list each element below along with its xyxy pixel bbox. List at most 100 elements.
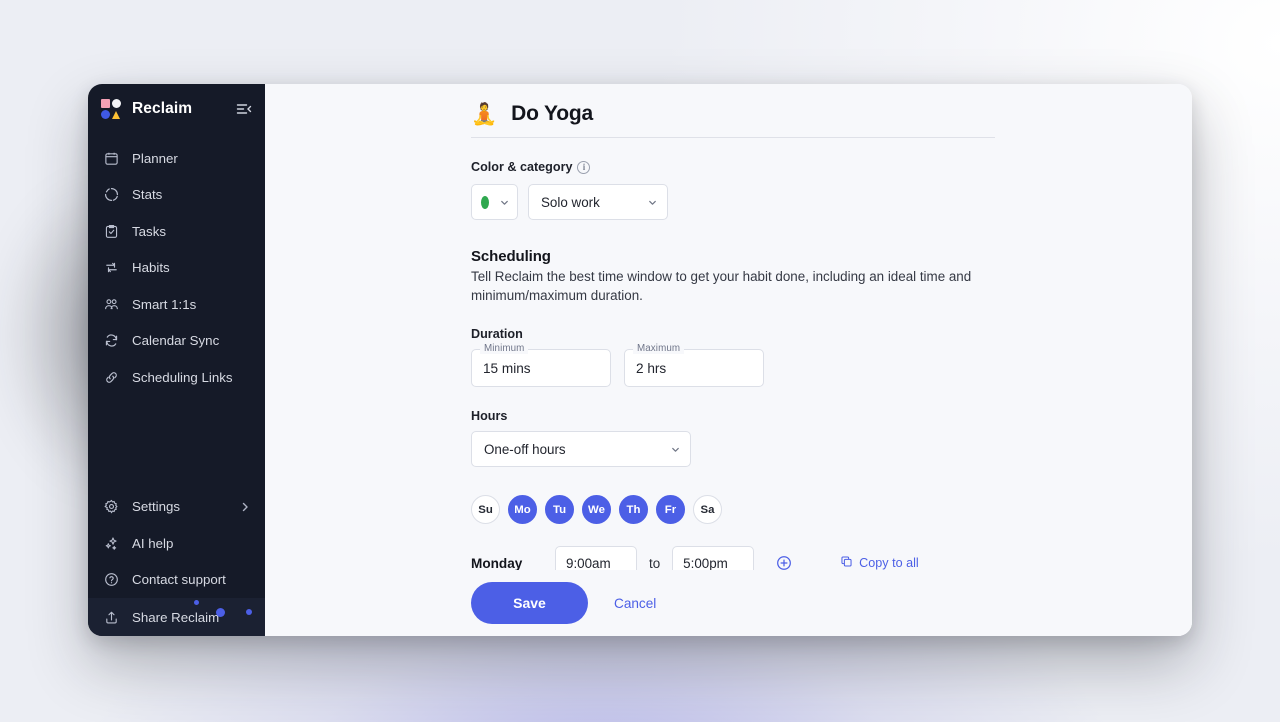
day-toggle-th[interactable]: Th <box>619 495 648 525</box>
maximum-legend: Maximum <box>633 343 685 355</box>
sidebar-item-label: Planner <box>132 150 178 166</box>
day-toggle-su[interactable]: Su <box>471 495 500 525</box>
day-label: We <box>588 503 605 516</box>
sidebar: Reclaim Planner Stats Tasks Habits Smart… <box>88 84 265 636</box>
day-label: Sa <box>700 503 715 516</box>
chevron-down-icon <box>489 197 510 208</box>
brand-name: Reclaim <box>132 100 193 117</box>
share-upload-icon <box>102 608 120 626</box>
sidebar-item-label: Tasks <box>132 223 166 239</box>
maximum-duration-input[interactable] <box>624 349 764 388</box>
to-label: to <box>649 555 661 571</box>
day-label: Th <box>626 503 641 516</box>
calendar-icon <box>102 149 120 167</box>
day-label: Fr <box>664 503 677 516</box>
chevron-down-icon <box>660 444 681 455</box>
sidebar-bottom-nav: Settings AI help Contact support Share R… <box>88 489 265 636</box>
day-selector: Su Mo Tu We Th Fr Sa <box>471 495 995 525</box>
hours-value: One-off hours <box>484 441 566 457</box>
sidebar-item-calendar-sync[interactable]: Calendar Sync <box>88 323 265 360</box>
notification-dot <box>194 600 199 605</box>
chevron-down-icon <box>637 197 658 208</box>
sidebar-item-settings[interactable]: Settings <box>88 489 265 526</box>
sidebar-item-share-reclaim[interactable]: Share Reclaim <box>88 598 265 636</box>
sidebar-item-label: Scheduling Links <box>132 369 233 385</box>
day-toggle-tu[interactable]: Tu <box>545 495 574 525</box>
form-footer: Save Cancel <box>265 570 1192 636</box>
day-label: Mo <box>514 503 531 516</box>
copy-icon <box>840 555 853 571</box>
notification-dot <box>216 608 225 617</box>
category-select[interactable]: Solo work <box>528 184 668 220</box>
maximum-duration-wrap: Maximum <box>624 343 764 388</box>
scheduling-heading: Scheduling <box>471 248 551 265</box>
scheduling-section: Scheduling Tell Reclaim the best time wi… <box>471 248 995 305</box>
sidebar-collapse-icon[interactable] <box>235 100 253 118</box>
clipboard-check-icon <box>102 222 120 240</box>
day-toggle-sa[interactable]: Sa <box>693 495 722 525</box>
sidebar-item-label: Habits <box>132 260 170 276</box>
duration-label-text: Duration <box>471 327 523 342</box>
time-row-day-name: Monday <box>471 555 523 571</box>
notification-dot <box>246 609 252 615</box>
sidebar-nav: Planner Stats Tasks Habits Smart 1:1s Ca… <box>88 140 265 396</box>
repeat-icon <box>102 259 120 277</box>
sidebar-item-planner[interactable]: Planner <box>88 140 265 177</box>
sync-icon <box>102 332 120 350</box>
sidebar-item-habits[interactable]: Habits <box>88 250 265 287</box>
stats-circle-icon <box>102 186 120 204</box>
sidebar-item-tasks[interactable]: Tasks <box>88 213 265 250</box>
category-value: Solo work <box>541 194 600 210</box>
brand-header: Reclaim <box>88 86 265 132</box>
sidebar-item-label: Share Reclaim <box>132 609 220 625</box>
reclaim-logo-icon <box>101 99 122 119</box>
sidebar-item-scheduling-links[interactable]: Scheduling Links <box>88 359 265 396</box>
link-icon <box>102 368 120 386</box>
color-category-label: Color & category i <box>471 160 995 174</box>
question-circle-icon <box>102 571 120 589</box>
sparkles-icon <box>102 534 120 552</box>
save-button[interactable]: Save <box>471 582 588 624</box>
sidebar-item-contact-support[interactable]: Contact support <box>88 562 265 599</box>
color-swatch-select[interactable] <box>471 184 518 220</box>
color-swatch <box>481 195 489 209</box>
copy-to-all-label: Copy to all <box>859 556 919 571</box>
yoga-emoji-icon[interactable]: 🧘 <box>471 104 497 125</box>
day-toggle-we[interactable]: We <box>582 495 611 525</box>
day-toggle-fr[interactable]: Fr <box>656 495 685 525</box>
cancel-button[interactable]: Cancel <box>614 596 656 611</box>
add-time-window-icon[interactable] <box>776 555 792 571</box>
app-window: Reclaim Planner Stats Tasks Habits Smart… <box>88 84 1192 636</box>
hours-label-text: Hours <box>471 409 508 424</box>
sidebar-item-label: AI help <box>132 535 174 551</box>
chevron-right-icon <box>239 501 251 513</box>
minimum-duration-wrap: Minimum <box>471 343 611 388</box>
color-category-label-text: Color & category <box>471 160 573 174</box>
sidebar-item-label: Calendar Sync <box>132 333 220 349</box>
day-toggle-mo[interactable]: Mo <box>508 495 537 525</box>
sidebar-item-stats[interactable]: Stats <box>88 177 265 214</box>
people-icon <box>102 295 120 313</box>
color-category-controls: Solo work <box>471 184 995 220</box>
day-label: Tu <box>552 503 567 516</box>
sidebar-item-label: Smart 1:1s <box>132 296 197 312</box>
sidebar-item-label: Contact support <box>132 572 226 588</box>
minimum-legend: Minimum <box>480 343 529 355</box>
page-title: Do Yoga <box>511 102 593 125</box>
info-icon[interactable]: i <box>577 160 591 174</box>
sidebar-item-label: Settings <box>132 499 181 515</box>
duration-fields: Minimum Maximum <box>471 343 995 388</box>
hours-select[interactable]: One-off hours <box>471 431 691 468</box>
sidebar-item-smart-1-1s[interactable]: Smart 1:1s <box>88 286 265 323</box>
gear-icon <box>102 498 120 516</box>
day-label: Su <box>478 503 493 516</box>
page-header: 🧘 Do Yoga <box>471 102 995 138</box>
main-content: 🧘 Do Yoga Color & category i Solo work S… <box>265 84 1192 636</box>
sidebar-item-ai-help[interactable]: AI help <box>88 525 265 562</box>
minimum-duration-input[interactable] <box>471 349 611 388</box>
duration-label: Duration <box>471 327 995 341</box>
hours-label: Hours <box>471 409 995 423</box>
scheduling-description: Tell Reclaim the best time window to get… <box>471 269 972 304</box>
sidebar-item-label: Stats <box>132 187 163 203</box>
copy-to-all-button[interactable]: Copy to all <box>840 555 919 571</box>
